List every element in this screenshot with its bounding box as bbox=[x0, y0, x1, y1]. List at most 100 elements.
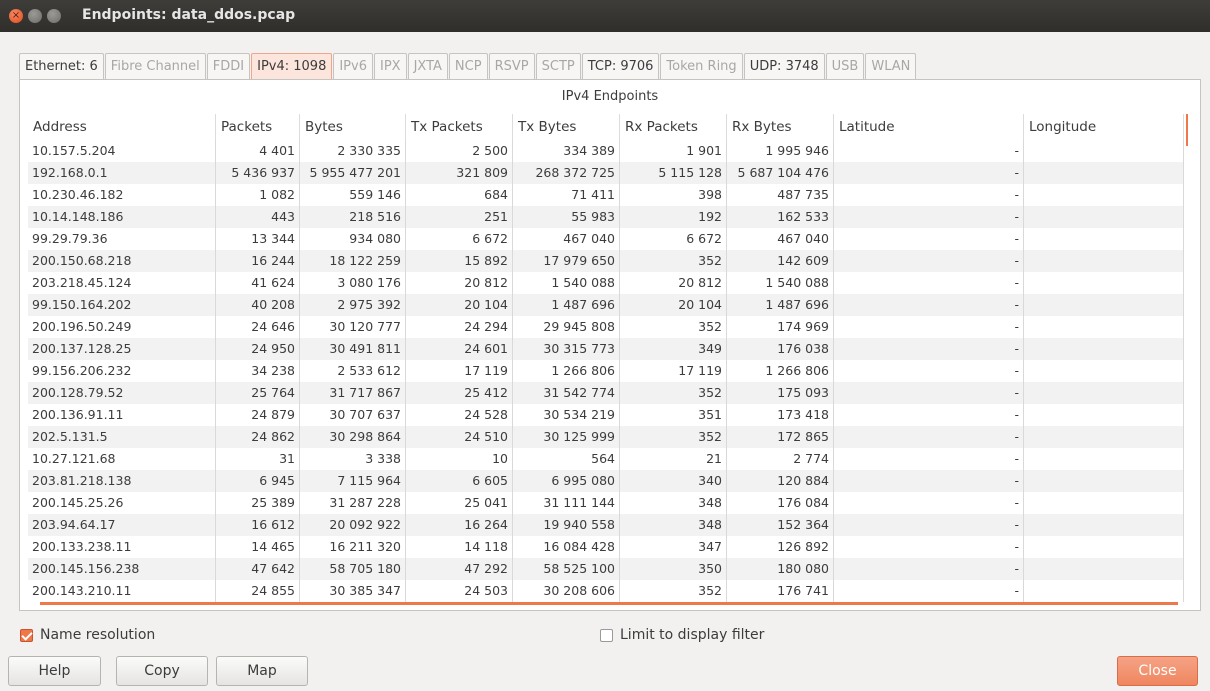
cell-longitude bbox=[1024, 492, 1184, 514]
table-row[interactable]: 99.156.206.232 34 238 2 533 612 17 119 1 266… bbox=[28, 360, 1184, 382]
column-header-address[interactable]: Address bbox=[28, 114, 216, 140]
tab-fibre-channel: Fibre Channel bbox=[104, 53, 206, 79]
table-row[interactable]: 192.168.0.1 5 436 937 5 955 477 201 321 809… bbox=[28, 162, 1184, 184]
cell-rx-bytes: 176 038 bbox=[727, 338, 834, 360]
cell-packets: 16 612 bbox=[216, 514, 300, 536]
table-row[interactable]: 10.27.121.68 31 3 338 10 564 21 2 774- bbox=[28, 448, 1184, 470]
cell-address: 10.230.46.182 bbox=[28, 184, 216, 206]
table-row[interactable]: 200.133.238.11 14 465 16 211 320 14 118 16 0… bbox=[28, 536, 1184, 558]
cell-bytes: 7 115 964 bbox=[300, 470, 406, 492]
cell-tx-bytes: 1 487 696 bbox=[513, 294, 620, 316]
table-row[interactable]: 200.150.68.218 16 244 18 122 259 15 892 17 9… bbox=[28, 250, 1184, 272]
tab-ipx: IPX bbox=[373, 53, 407, 79]
cell-longitude bbox=[1024, 140, 1184, 162]
cell-longitude bbox=[1024, 250, 1184, 272]
cell-tx-packets: 24 294 bbox=[406, 316, 513, 338]
cell-tx-packets: 6 672 bbox=[406, 228, 513, 250]
cell-packets: 24 646 bbox=[216, 316, 300, 338]
window-maximize-icon[interactable] bbox=[47, 9, 61, 23]
cell-latitude: - bbox=[834, 426, 1024, 448]
cell-rx-packets: 20 812 bbox=[620, 272, 727, 294]
cell-address: 200.136.91.11 bbox=[28, 404, 216, 426]
table-row[interactable]: 200.136.91.11 24 879 30 707 637 24 528 30 53… bbox=[28, 404, 1184, 426]
name-resolution-checkbox[interactable]: Name resolution bbox=[20, 627, 155, 643]
cell-longitude bbox=[1024, 272, 1184, 294]
table-row[interactable]: 200.137.128.25 24 950 30 491 811 24 601 30 3… bbox=[28, 338, 1184, 360]
table-row[interactable]: 200.145.156.238 47 642 58 705 180 47 292 58 … bbox=[28, 558, 1184, 580]
column-header-rx-packets[interactable]: Rx Packets bbox=[620, 114, 727, 140]
cell-packets: 6 945 bbox=[216, 470, 300, 492]
endpoints-table: IPv4 Endpoints Address Packets Bytes Tx Pac… bbox=[19, 79, 1201, 611]
checkbox-checked-icon[interactable] bbox=[20, 628, 33, 642]
table-row[interactable]: 203.94.64.17 16 612 20 092 922 16 264 19 940… bbox=[28, 514, 1184, 536]
table-row[interactable]: 203.218.45.124 41 624 3 080 176 20 812 1 540… bbox=[28, 272, 1184, 294]
cell-bytes: 934 080 bbox=[300, 228, 406, 250]
cell-address: 200.143.210.11 bbox=[28, 580, 216, 602]
tab-usb: USB bbox=[825, 53, 865, 79]
cell-bytes: 20 092 922 bbox=[300, 514, 406, 536]
window-close-icon[interactable]: × bbox=[9, 9, 23, 23]
table-row[interactable]: 10.14.148.186 443 218 516 251 55 983 192 162 5… bbox=[28, 206, 1184, 228]
cell-address: 200.145.25.26 bbox=[28, 492, 216, 514]
table-row[interactable]: 99.29.79.36 13 344 934 080 6 672 467 040 6 67… bbox=[28, 228, 1184, 250]
table-row[interactable]: 202.5.131.5 24 862 30 298 864 24 510 30 125 … bbox=[28, 426, 1184, 448]
table-row[interactable]: 10.157.5.204 4 401 2 330 335 2 500 334 389 1 … bbox=[28, 140, 1184, 162]
horizontal-scrollbar[interactable] bbox=[40, 602, 1178, 605]
window-minimize-icon[interactable] bbox=[28, 9, 42, 23]
column-header-tx-bytes[interactable]: Tx Bytes bbox=[513, 114, 620, 140]
cell-longitude bbox=[1024, 360, 1184, 382]
cell-rx-packets: 5 115 128 bbox=[620, 162, 727, 184]
table-row[interactable]: 200.145.25.26 25 389 31 287 228 25 041 31 11… bbox=[28, 492, 1184, 514]
cell-rx-packets: 347 bbox=[620, 536, 727, 558]
close-button[interactable]: Close bbox=[1117, 656, 1198, 686]
cell-bytes: 16 211 320 bbox=[300, 536, 406, 558]
cell-tx-bytes: 16 084 428 bbox=[513, 536, 620, 558]
table-row[interactable]: 200.128.79.52 25 764 31 717 867 25 412 31 54… bbox=[28, 382, 1184, 404]
cell-tx-packets: 20 104 bbox=[406, 294, 513, 316]
cell-tx-packets: 2 500 bbox=[406, 140, 513, 162]
table-row[interactable]: 203.81.218.138 6 945 7 115 964 6 605 6 995 0… bbox=[28, 470, 1184, 492]
cell-rx-bytes: 174 969 bbox=[727, 316, 834, 338]
table-row[interactable]: 10.230.46.182 1 082 559 146 684 71 411 398 487… bbox=[28, 184, 1184, 206]
endpoint-type-tabs: Ethernet: 6 Fibre Channel FDDI IPv4: 1098 IP… bbox=[19, 53, 917, 79]
tab-ipv4[interactable]: IPv4: 1098 bbox=[251, 53, 333, 79]
map-button[interactable]: Map bbox=[216, 656, 308, 686]
vertical-scrollbar[interactable] bbox=[1186, 114, 1188, 146]
cell-latitude: - bbox=[834, 272, 1024, 294]
column-header-latitude[interactable]: Latitude bbox=[834, 114, 1024, 140]
column-header-tx-packets[interactable]: Tx Packets bbox=[406, 114, 513, 140]
cell-bytes: 31 287 228 bbox=[300, 492, 406, 514]
cell-longitude bbox=[1024, 558, 1184, 580]
table-row[interactable]: 200.143.210.11 24 855 30 385 347 24 503 30 2… bbox=[28, 580, 1184, 602]
window-title: Endpoints: data_ddos.pcap bbox=[82, 7, 296, 23]
cell-latitude: - bbox=[834, 470, 1024, 492]
tab-token-ring: Token Ring bbox=[660, 53, 743, 79]
cell-tx-packets: 15 892 bbox=[406, 250, 513, 272]
cell-address: 203.94.64.17 bbox=[28, 514, 216, 536]
column-header-packets[interactable]: Packets bbox=[216, 114, 300, 140]
cell-bytes: 5 955 477 201 bbox=[300, 162, 406, 184]
cell-rx-bytes: 5 687 104 476 bbox=[727, 162, 834, 184]
checkbox-unchecked-icon[interactable] bbox=[600, 628, 613, 642]
cell-bytes: 58 705 180 bbox=[300, 558, 406, 580]
table-row[interactable]: 200.196.50.249 24 646 30 120 777 24 294 29 9… bbox=[28, 316, 1184, 338]
cell-rx-packets: 21 bbox=[620, 448, 727, 470]
cell-tx-packets: 47 292 bbox=[406, 558, 513, 580]
cell-latitude: - bbox=[834, 250, 1024, 272]
table-row[interactable]: 99.150.164.202 40 208 2 975 392 20 104 1 487… bbox=[28, 294, 1184, 316]
cell-longitude bbox=[1024, 580, 1184, 602]
cell-rx-bytes: 1 995 946 bbox=[727, 140, 834, 162]
cell-rx-packets: 352 bbox=[620, 316, 727, 338]
column-header-rx-bytes[interactable]: Rx Bytes bbox=[727, 114, 834, 140]
copy-button[interactable]: Copy bbox=[116, 656, 208, 686]
tab-tcp[interactable]: TCP: 9706 bbox=[581, 53, 660, 79]
tab-udp[interactable]: UDP: 3748 bbox=[743, 53, 825, 79]
help-button[interactable]: Help bbox=[8, 656, 101, 686]
column-header-longitude[interactable]: Longitude bbox=[1024, 114, 1184, 140]
cell-rx-packets: 1 901 bbox=[620, 140, 727, 162]
cell-packets: 24 862 bbox=[216, 426, 300, 448]
cell-packets: 47 642 bbox=[216, 558, 300, 580]
column-header-bytes[interactable]: Bytes bbox=[300, 114, 406, 140]
limit-display-filter-checkbox[interactable]: Limit to display filter bbox=[600, 627, 764, 643]
tab-ethernet[interactable]: Ethernet: 6 bbox=[19, 53, 104, 79]
